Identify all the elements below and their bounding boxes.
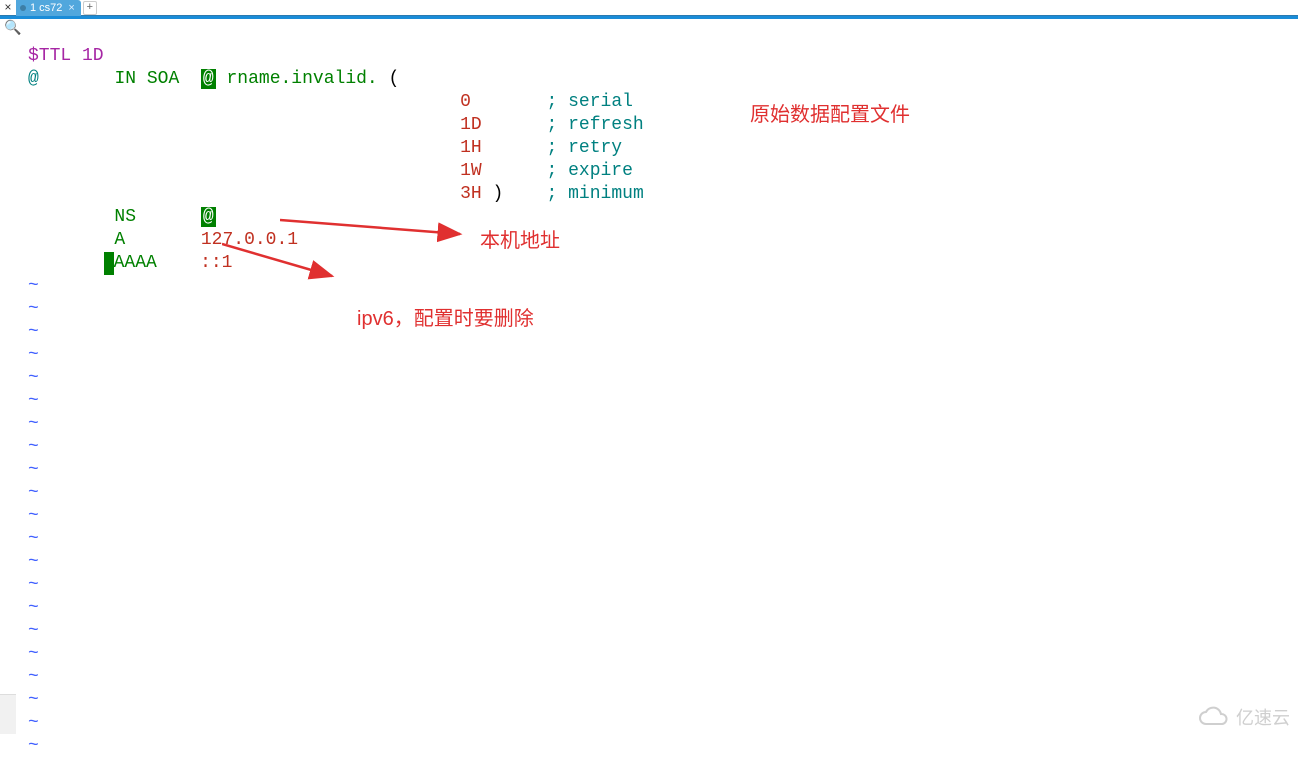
code-rname: rname.invalid.	[227, 69, 378, 89]
gutter: 🔍	[0, 19, 26, 734]
code-soa: SOA	[147, 69, 179, 89]
code-close-paren: )	[493, 184, 504, 204]
tilde-line: ~	[28, 460, 39, 480]
tilde-line: ~	[28, 437, 39, 457]
code-serial-val: 0	[460, 92, 471, 112]
tilde-line: ~	[28, 368, 39, 388]
code-a: A	[114, 230, 125, 250]
cloud-icon	[1196, 706, 1232, 728]
code-at-highlight: @	[201, 69, 216, 89]
annotation-ipv6: ipv6，配置时要删除	[357, 302, 534, 331]
code-ttl: $TTL 1D	[28, 46, 104, 66]
code-a-ip: 127.0.0.1	[201, 230, 298, 250]
annotation-original-config: 原始数据配置文件	[750, 98, 910, 127]
tilde-line: ~	[28, 667, 39, 687]
window-close-button[interactable]: ×	[0, 0, 16, 16]
code-editor[interactable]: $TTL 1D @ IN SOA @ rname.invalid. ( 0 ; …	[28, 22, 1298, 734]
tilde-line: ~	[28, 575, 39, 595]
code-expire-comment: ; expire	[547, 161, 633, 181]
code-serial-comment: ; serial	[547, 92, 633, 112]
code-refresh-comment: ; refresh	[547, 115, 644, 135]
tilde-line: ~	[28, 736, 39, 756]
code-retry-val: 1H	[460, 138, 482, 158]
code-min-val: 3H	[460, 184, 482, 204]
tilde-line: ~	[28, 414, 39, 434]
code-ns-at-highlight: @	[201, 207, 216, 227]
tilde-line: ~	[28, 483, 39, 503]
tilde-line: ~	[28, 276, 39, 296]
code-refresh-val: 1D	[460, 115, 482, 135]
watermark: 亿速云	[1196, 704, 1290, 730]
new-tab-button[interactable]: +	[83, 1, 97, 15]
tilde-line: ~	[28, 713, 39, 733]
code-origin-at: @	[28, 69, 39, 89]
code-expire-val: 1W	[460, 161, 482, 181]
tilde-line: ~	[28, 322, 39, 342]
watermark-text: 亿速云	[1236, 704, 1290, 730]
tilde-line: ~	[28, 345, 39, 365]
tilde-line: ~	[28, 644, 39, 664]
tab-bar: × 1 cs72 × +	[0, 0, 1298, 16]
code-aaaa-ip: ::1	[200, 253, 232, 273]
editor-tab[interactable]: 1 cs72 ×	[16, 0, 81, 16]
tilde-line: ~	[28, 598, 39, 618]
cursor	[104, 252, 114, 275]
top-rule	[0, 16, 1298, 19]
tab-title: 1 cs72	[30, 2, 62, 14]
tilde-line: ~	[28, 621, 39, 641]
code-aaaa: AAAA	[114, 253, 157, 273]
tilde-line: ~	[28, 529, 39, 549]
search-icon[interactable]: 🔍	[4, 20, 18, 34]
tilde-line: ~	[28, 299, 39, 319]
tilde-line: ~	[28, 391, 39, 411]
code-min-comment: ; minimum	[547, 184, 644, 204]
code-retry-comment: ; retry	[547, 138, 623, 158]
tab-close-icon[interactable]: ×	[68, 2, 74, 14]
code-in: IN	[114, 69, 136, 89]
code-open-paren: (	[389, 69, 400, 89]
code-ns: NS	[114, 207, 136, 227]
annotation-localhost: 本机地址	[480, 224, 560, 253]
tilde-line: ~	[28, 552, 39, 572]
tab-status-dot	[20, 5, 26, 11]
scrollbar-stub[interactable]	[0, 694, 16, 734]
tilde-line: ~	[28, 506, 39, 526]
tilde-line: ~	[28, 690, 39, 710]
